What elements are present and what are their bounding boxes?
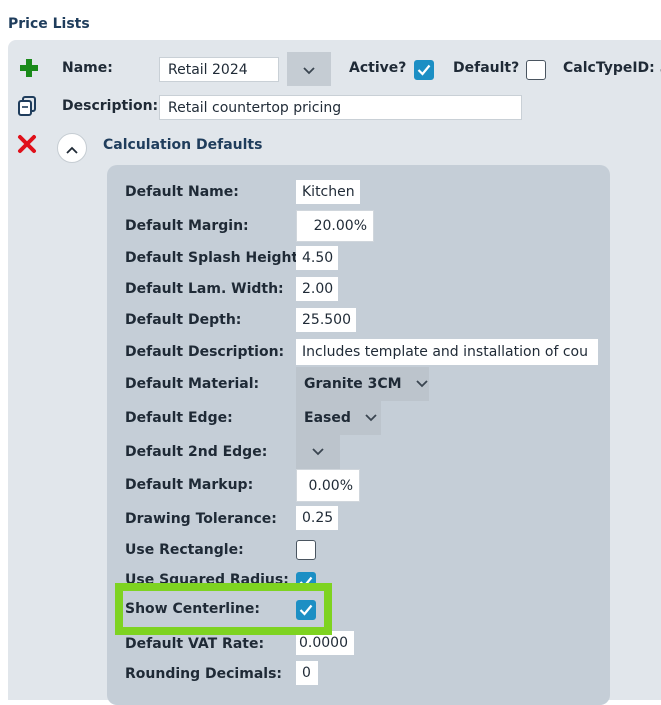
default-lam-width-label: Default Lam. Width:	[125, 281, 284, 297]
drawing-tolerance-field[interactable]: 0.25	[296, 506, 338, 530]
copy-icon[interactable]	[17, 95, 39, 117]
drawing-tolerance-label: Drawing Tolerance:	[125, 511, 277, 527]
chevron-down-icon	[303, 60, 315, 79]
checkmark-icon	[299, 601, 313, 620]
rounding-decimals-label: Rounding Decimals:	[125, 666, 282, 682]
name-dropdown-button[interactable]	[287, 52, 331, 86]
default-description-label: Default Description:	[125, 344, 285, 360]
use-rectangle-checkbox[interactable]	[296, 540, 316, 560]
chevron-down-icon	[312, 444, 324, 460]
default-2nd-edge-dropdown[interactable]	[296, 435, 340, 469]
checkmark-icon	[417, 61, 431, 80]
default-markup-field[interactable]: 0.00%	[296, 469, 360, 502]
default-depth-field[interactable]: 25.500	[296, 308, 356, 332]
chevron-up-icon	[66, 139, 78, 158]
add-icon[interactable]	[19, 58, 39, 78]
name-field[interactable]: Retail 2024	[159, 57, 279, 82]
default-description-field[interactable]: Includes template and installation of co…	[296, 339, 598, 365]
name-label: Name:	[62, 60, 113, 76]
active-checkbox[interactable]	[414, 60, 434, 80]
section-title: Calculation Defaults	[103, 137, 263, 153]
default-splash-height-label: Default Splash Height:	[125, 250, 304, 266]
default-material-value: Granite 3CM	[304, 376, 402, 392]
show-centerline-checkbox[interactable]	[296, 600, 316, 620]
default-edge-dropdown[interactable]: Eased	[296, 401, 381, 435]
description-label: Description:	[62, 98, 159, 114]
default-label: Default?	[453, 60, 520, 76]
default-lam-width-field[interactable]: 2.00	[296, 277, 338, 301]
delete-x-icon[interactable]	[17, 134, 37, 154]
chevron-down-icon	[365, 410, 377, 426]
default-depth-label: Default Depth:	[125, 312, 242, 328]
default-checkbox[interactable]	[526, 60, 546, 80]
default-2nd-edge-label: Default 2nd Edge:	[125, 444, 268, 460]
default-margin-field[interactable]: 20.00%	[296, 210, 374, 242]
default-vat-rate-label: Default VAT Rate:	[125, 636, 265, 652]
show-centerline-label: Show Centerline:	[125, 601, 260, 617]
default-markup-label: Default Markup:	[125, 477, 254, 493]
calctype-label: CalcTypeID: 5	[563, 60, 661, 76]
active-label: Active?	[349, 60, 407, 76]
default-splash-height-field[interactable]: 4.50	[296, 246, 338, 270]
description-field[interactable]: Retail countertop pricing	[159, 95, 522, 120]
default-edge-label: Default Edge:	[125, 410, 233, 426]
rounding-decimals-field[interactable]: 0	[296, 661, 318, 685]
use-rectangle-label: Use Rectangle:	[125, 542, 244, 558]
chevron-down-icon	[415, 376, 428, 392]
default-material-label: Default Material:	[125, 376, 260, 392]
default-name-label: Default Name:	[125, 184, 239, 200]
collapse-section-button[interactable]	[57, 133, 87, 163]
default-margin-label: Default Margin:	[125, 218, 249, 234]
default-edge-value: Eased	[304, 410, 351, 426]
default-material-dropdown[interactable]: Granite 3CM	[296, 367, 429, 401]
page-title: Price Lists	[8, 16, 90, 32]
default-name-field[interactable]: Kitchen	[296, 180, 360, 204]
